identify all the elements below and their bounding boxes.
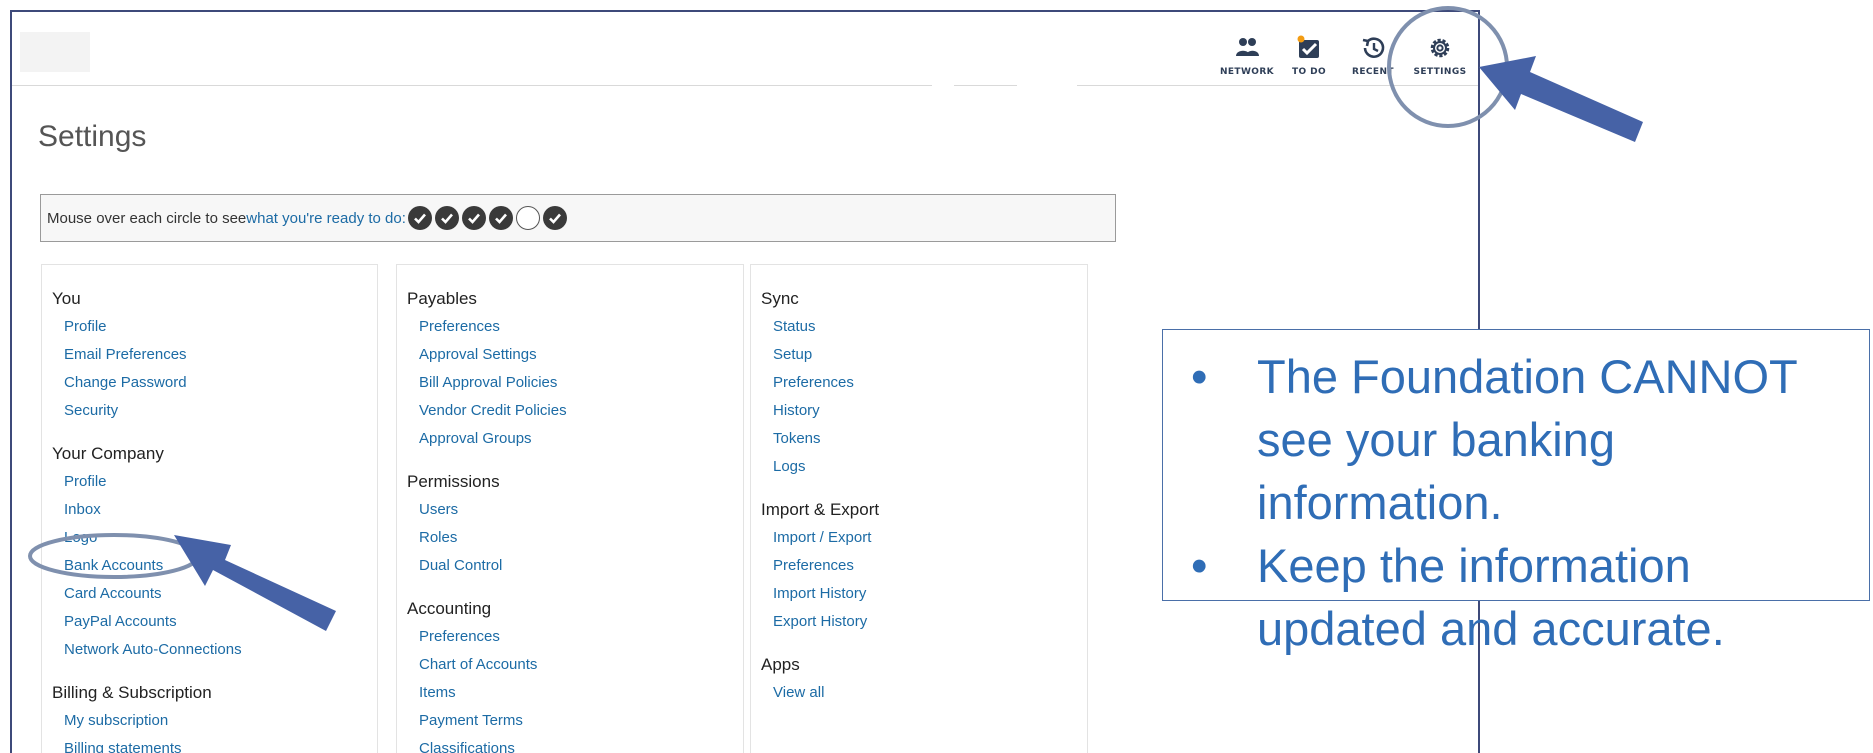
callout-item-1: • The Foundation CANNOT see your banking… bbox=[1191, 345, 1859, 534]
settings-link-profile[interactable]: Profile bbox=[52, 313, 377, 341]
settings-link-preferences[interactable]: Preferences bbox=[761, 369, 1087, 397]
settings-group-title: Import & Export bbox=[761, 500, 880, 519]
settings-link-export-history[interactable]: Export History bbox=[761, 608, 1087, 636]
settings-link-profile[interactable]: Profile bbox=[52, 468, 377, 496]
settings-link-billing-statements[interactable]: Billing statements bbox=[52, 735, 377, 753]
callout-text: Keep the information updated and accurat… bbox=[1257, 539, 1725, 655]
settings-link-preferences[interactable]: Preferences bbox=[761, 552, 1087, 580]
settings-group: Apps View all bbox=[761, 651, 1087, 707]
settings-link-approval-settings[interactable]: Approval Settings bbox=[407, 341, 743, 369]
settings-group-title: Your Company bbox=[52, 444, 164, 463]
settings-column-2: Payables Preferences Approval Settings Bill… bbox=[396, 264, 744, 753]
settings-link-inbox[interactable]: Inbox bbox=[52, 496, 377, 524]
readiness-link[interactable]: what you're ready to do: bbox=[246, 210, 406, 227]
settings-link-vendor-credit-policies[interactable]: Vendor Credit Policies bbox=[407, 397, 743, 425]
readiness-circle-complete[interactable] bbox=[488, 206, 513, 230]
nav-todo[interactable]: TO DO bbox=[1274, 34, 1344, 77]
settings-link-my-subscription[interactable]: My subscription bbox=[52, 707, 377, 735]
settings-link-roles[interactable]: Roles bbox=[407, 524, 743, 552]
settings-link-import-export[interactable]: Import / Export bbox=[761, 524, 1087, 552]
settings-column-3: Sync Status Setup Preferences History Tokens L… bbox=[750, 264, 1088, 753]
readiness-prefix: Mouse over each circle to see bbox=[47, 209, 247, 227]
settings-group-title: Payables bbox=[407, 289, 477, 308]
top-navigation-bar: NETWORK TO DO RECENT SETTINGS bbox=[12, 12, 1478, 90]
settings-link-classifications[interactable]: Classifications bbox=[407, 735, 743, 753]
bullet: • bbox=[1191, 350, 1208, 403]
settings-group-title: Sync bbox=[761, 289, 799, 308]
settings-link-setup[interactable]: Setup bbox=[761, 341, 1087, 369]
readiness-circles bbox=[407, 206, 570, 230]
readiness-circle-complete[interactable] bbox=[407, 206, 432, 230]
settings-column-1: You Profile Email Preferences Change Passwo… bbox=[41, 264, 378, 753]
check-icon bbox=[548, 213, 561, 224]
settings-link-logo[interactable]: Logo bbox=[52, 524, 377, 552]
settings-link-network-auto-connections[interactable]: Network Auto-Connections bbox=[52, 636, 377, 664]
settings-link-history[interactable]: History bbox=[761, 397, 1087, 425]
settings-group: Import & Export Import / Export Preference… bbox=[761, 496, 1087, 636]
settings-link-view-all[interactable]: View all bbox=[761, 679, 1087, 707]
arrow-to-settings bbox=[1479, 56, 1643, 142]
settings-group: Sync Status Setup Preferences History Tokens L… bbox=[761, 285, 1087, 481]
divider bbox=[932, 84, 954, 90]
readiness-circle-incomplete[interactable] bbox=[515, 206, 540, 230]
settings-group: Your Company Profile Inbox Logo Bank Account… bbox=[52, 440, 377, 664]
callout-text: The Foundation CANNOT see your banking i… bbox=[1257, 350, 1797, 529]
people-icon bbox=[1236, 38, 1259, 56]
settings-group-title: Accounting bbox=[407, 599, 492, 618]
settings-link-dual-control[interactable]: Dual Control bbox=[407, 552, 743, 580]
check-icon bbox=[440, 213, 453, 224]
readiness-circle-complete[interactable] bbox=[434, 206, 459, 230]
check-icon bbox=[494, 213, 507, 224]
nav-recent-label: RECENT bbox=[1352, 67, 1394, 77]
settings-link-payment-terms[interactable]: Payment Terms bbox=[407, 707, 743, 735]
settings-link-email-preferences[interactable]: Email Preferences bbox=[52, 341, 377, 369]
settings-group-title: Apps bbox=[761, 655, 800, 674]
settings-link-change-password[interactable]: Change Password bbox=[52, 369, 377, 397]
callout-box: • The Foundation CANNOT see your banking… bbox=[1162, 329, 1870, 655]
page-title: Settings bbox=[38, 120, 147, 153]
settings-group: Billing & Subscription My subscription Bil… bbox=[52, 679, 377, 753]
nav-network[interactable]: NETWORK bbox=[1212, 34, 1282, 77]
settings-group: Payables Preferences Approval Settings Bill… bbox=[407, 285, 743, 453]
settings-group: Accounting Preferences Chart of Accounts It… bbox=[407, 595, 743, 753]
settings-group-title: Permissions bbox=[407, 472, 500, 491]
settings-link-chart-of-accounts[interactable]: Chart of Accounts bbox=[407, 651, 743, 679]
nav-settings[interactable]: SETTINGS bbox=[1405, 34, 1475, 77]
readiness-circle-complete[interactable] bbox=[542, 206, 567, 230]
settings-link-tokens[interactable]: Tokens bbox=[761, 425, 1087, 453]
settings-link-approval-groups[interactable]: Approval Groups bbox=[407, 425, 743, 453]
settings-link-import-history[interactable]: Import History bbox=[761, 580, 1087, 608]
check-icon bbox=[413, 213, 426, 224]
nav-network-label: NETWORK bbox=[1219, 67, 1275, 77]
settings-link-bank-accounts[interactable]: Bank Accounts bbox=[52, 552, 377, 580]
settings-link-preferences[interactable]: Preferences bbox=[407, 313, 743, 341]
settings-link-status[interactable]: Status bbox=[761, 313, 1087, 341]
settings-link-items[interactable]: Items bbox=[407, 679, 743, 707]
settings-group: You Profile Email Preferences Change Passwo… bbox=[52, 285, 377, 425]
settings-link-paypal-accounts[interactable]: PayPal Accounts bbox=[52, 608, 377, 636]
bullet: • bbox=[1191, 539, 1208, 592]
callout-item-2: • Keep the information updated and accur… bbox=[1191, 534, 1859, 660]
divider bbox=[1017, 84, 1077, 90]
settings-group-title: Billing & Subscription bbox=[52, 683, 212, 702]
gear-icon bbox=[1430, 38, 1450, 58]
settings-link-preferences[interactable]: Preferences bbox=[407, 623, 743, 651]
company-logo bbox=[20, 32, 90, 72]
settings-link-bill-approval-policies[interactable]: Bill Approval Policies bbox=[407, 369, 743, 397]
settings-group: Permissions Users Roles Dual Control bbox=[407, 468, 743, 580]
check-icon bbox=[467, 213, 480, 224]
nav-settings-label: SETTINGS bbox=[1413, 67, 1467, 77]
history-icon bbox=[1362, 37, 1385, 58]
settings-link-card-accounts[interactable]: Card Accounts bbox=[52, 580, 377, 608]
nav-recent[interactable]: RECENT bbox=[1338, 34, 1408, 77]
settings-link-logs[interactable]: Logs bbox=[761, 453, 1087, 481]
settings-group-title: You bbox=[52, 289, 81, 308]
nav-todo-label: TO DO bbox=[1291, 67, 1327, 77]
readiness-bar: Mouse over each circle to see what you'r… bbox=[40, 194, 1116, 242]
settings-link-users[interactable]: Users bbox=[407, 496, 743, 524]
checkbox-icon bbox=[1297, 35, 1319, 58]
readiness-circle-complete[interactable] bbox=[461, 206, 486, 230]
settings-link-security[interactable]: Security bbox=[52, 397, 377, 425]
